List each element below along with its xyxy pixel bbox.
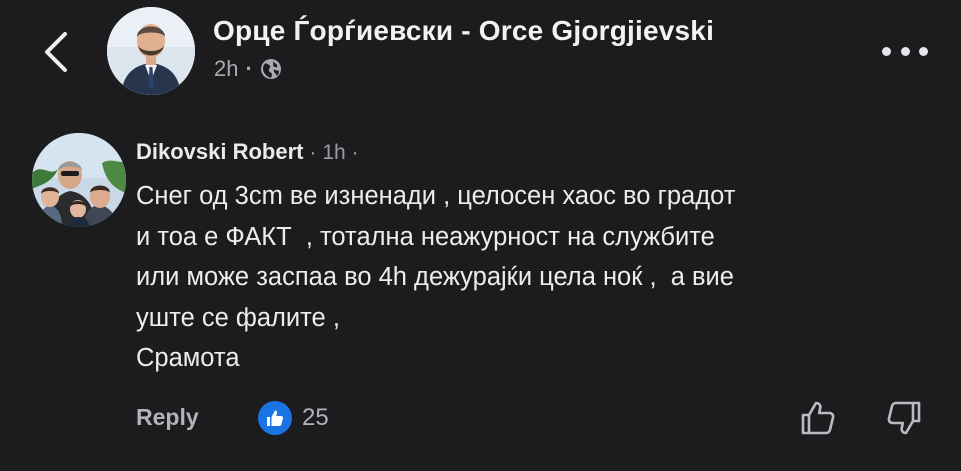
- back-button[interactable]: [36, 28, 76, 76]
- more-dot: [919, 46, 928, 56]
- post-author-avatar[interactable]: [107, 7, 195, 95]
- chevron-left-icon: [45, 32, 67, 72]
- post-header: Орце Ѓорѓиевски - Orce Gjorgjievski 2h ·: [0, 0, 961, 100]
- downvote-button[interactable]: [884, 398, 924, 438]
- comment-line: или може заспаа во 4h дежурајќи цела ноќ…: [136, 263, 734, 291]
- meta-separator: ·: [245, 56, 253, 81]
- upvote-button[interactable]: [798, 398, 838, 438]
- reaction-summary[interactable]: 25: [258, 401, 329, 435]
- reaction-count: 25: [302, 404, 329, 431]
- more-options-button[interactable]: [882, 36, 928, 66]
- thumbs-up-outline-icon: [801, 401, 835, 435]
- like-icon: [258, 401, 292, 435]
- comment-body: Снег од 3cm ве изненади , целосен хаос в…: [136, 176, 936, 379]
- reply-button[interactable]: Reply: [136, 404, 199, 431]
- comment-line: Срамота: [136, 344, 240, 372]
- post-author-name[interactable]: Орце Ѓорѓиевски - Orce Gjorgjievski: [213, 15, 714, 47]
- post-meta: 2h ·: [214, 56, 282, 82]
- post-time: 2h: [214, 56, 239, 81]
- comment-header: Dikovski Robert · 1h ·: [136, 139, 359, 165]
- comment-line: и тоа е ФАКТ , тотална неажурност на слу…: [136, 222, 715, 251]
- commenter-name[interactable]: Dikovski Robert: [136, 139, 304, 165]
- comment-time: · 1h ·: [309, 141, 359, 164]
- commenter-avatar[interactable]: [32, 133, 126, 227]
- more-horizontal-icon: [882, 46, 891, 56]
- comment-line: Снег од 3cm ве изненади , целосен хаос в…: [136, 182, 736, 210]
- thumbs-down-outline-icon: [887, 401, 921, 435]
- globe-icon: [260, 59, 281, 79]
- more-dot: [900, 46, 910, 56]
- comment-line: уште се фалите ,: [136, 303, 340, 332]
